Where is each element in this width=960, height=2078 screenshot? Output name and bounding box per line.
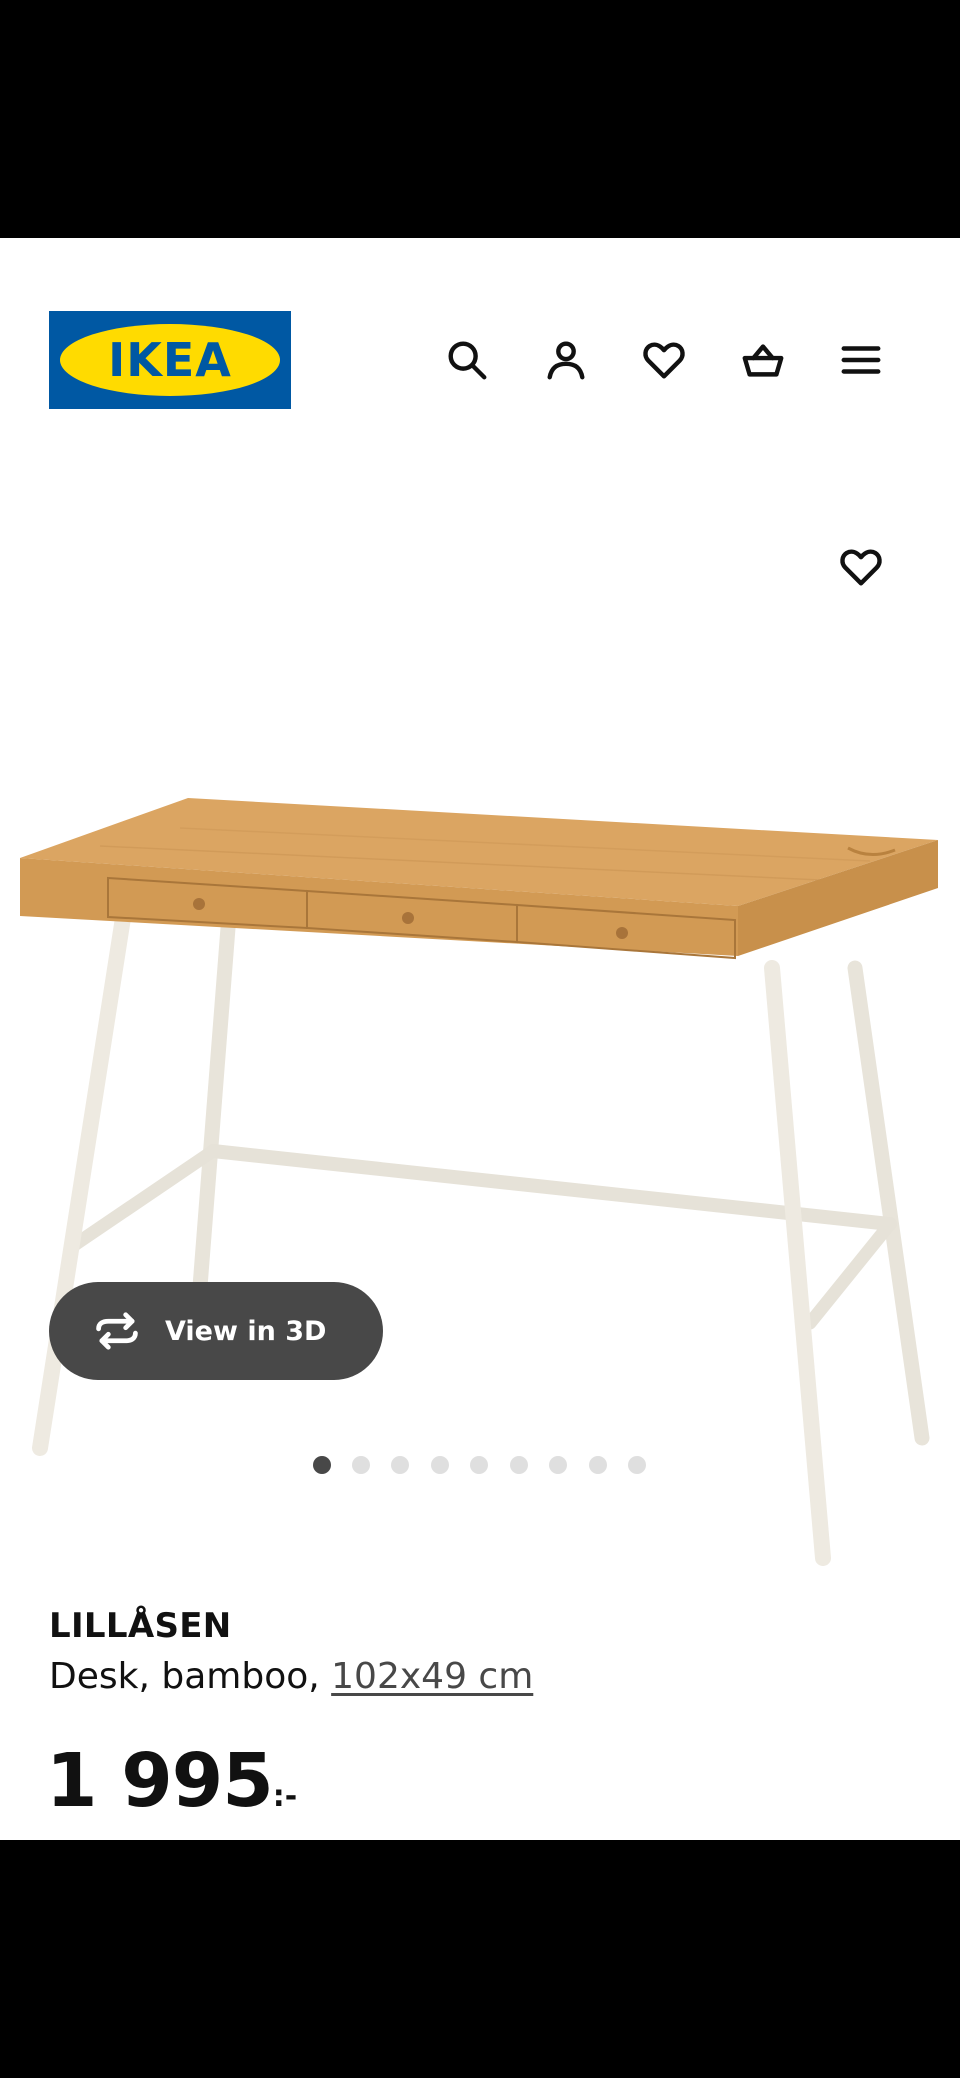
price-integer: 1 995 — [46, 1738, 274, 1824]
heart-icon[interactable] — [637, 333, 691, 387]
product-type: Desk, bamboo, — [49, 1656, 332, 1697]
carousel-dot-8[interactable] — [589, 1456, 607, 1474]
view-in-3d-label: View in 3D — [165, 1315, 327, 1347]
carousel-dot-2[interactable] — [352, 1456, 370, 1474]
carousel-dot-7[interactable] — [549, 1456, 567, 1474]
logo-text: IKEA — [108, 333, 232, 387]
search-icon[interactable] — [440, 333, 494, 387]
logo-oval: IKEA — [60, 324, 280, 396]
product-name: LILLÅSEN — [49, 1606, 232, 1646]
site-header: IKEA — [0, 238, 960, 428]
basket-icon[interactable] — [736, 333, 790, 387]
menu-icon[interactable] — [834, 333, 888, 387]
rotate-3d-icon — [96, 1312, 138, 1350]
screen: IKEA View in 3D LILLÅSEN Desk, bamboo, 1… — [0, 238, 960, 1840]
carousel-dot-4[interactable] — [431, 1456, 449, 1474]
carousel-dot-9[interactable] — [628, 1456, 646, 1474]
user-icon[interactable] — [539, 333, 593, 387]
carousel-dot-3[interactable] — [391, 1456, 409, 1474]
desk-illustration — [20, 798, 938, 1566]
carousel-dot-6[interactable] — [510, 1456, 528, 1474]
product-description: Desk, bamboo, 102x49 cm — [49, 1656, 533, 1697]
product-image[interactable] — [0, 468, 960, 1668]
view-in-3d-button[interactable]: View in 3D — [49, 1282, 383, 1380]
carousel-dot-5[interactable] — [470, 1456, 488, 1474]
ikea-logo[interactable]: IKEA — [49, 311, 291, 409]
product-measurement-link[interactable]: 102x49 cm — [331, 1656, 533, 1697]
add-to-wishlist-heart-icon[interactable] — [834, 540, 888, 594]
carousel-indicator — [0, 1453, 960, 1477]
product-price: 1 995:- — [46, 1738, 297, 1824]
price-suffix: :- — [272, 1779, 298, 1814]
carousel-dot-1[interactable] — [313, 1456, 331, 1474]
